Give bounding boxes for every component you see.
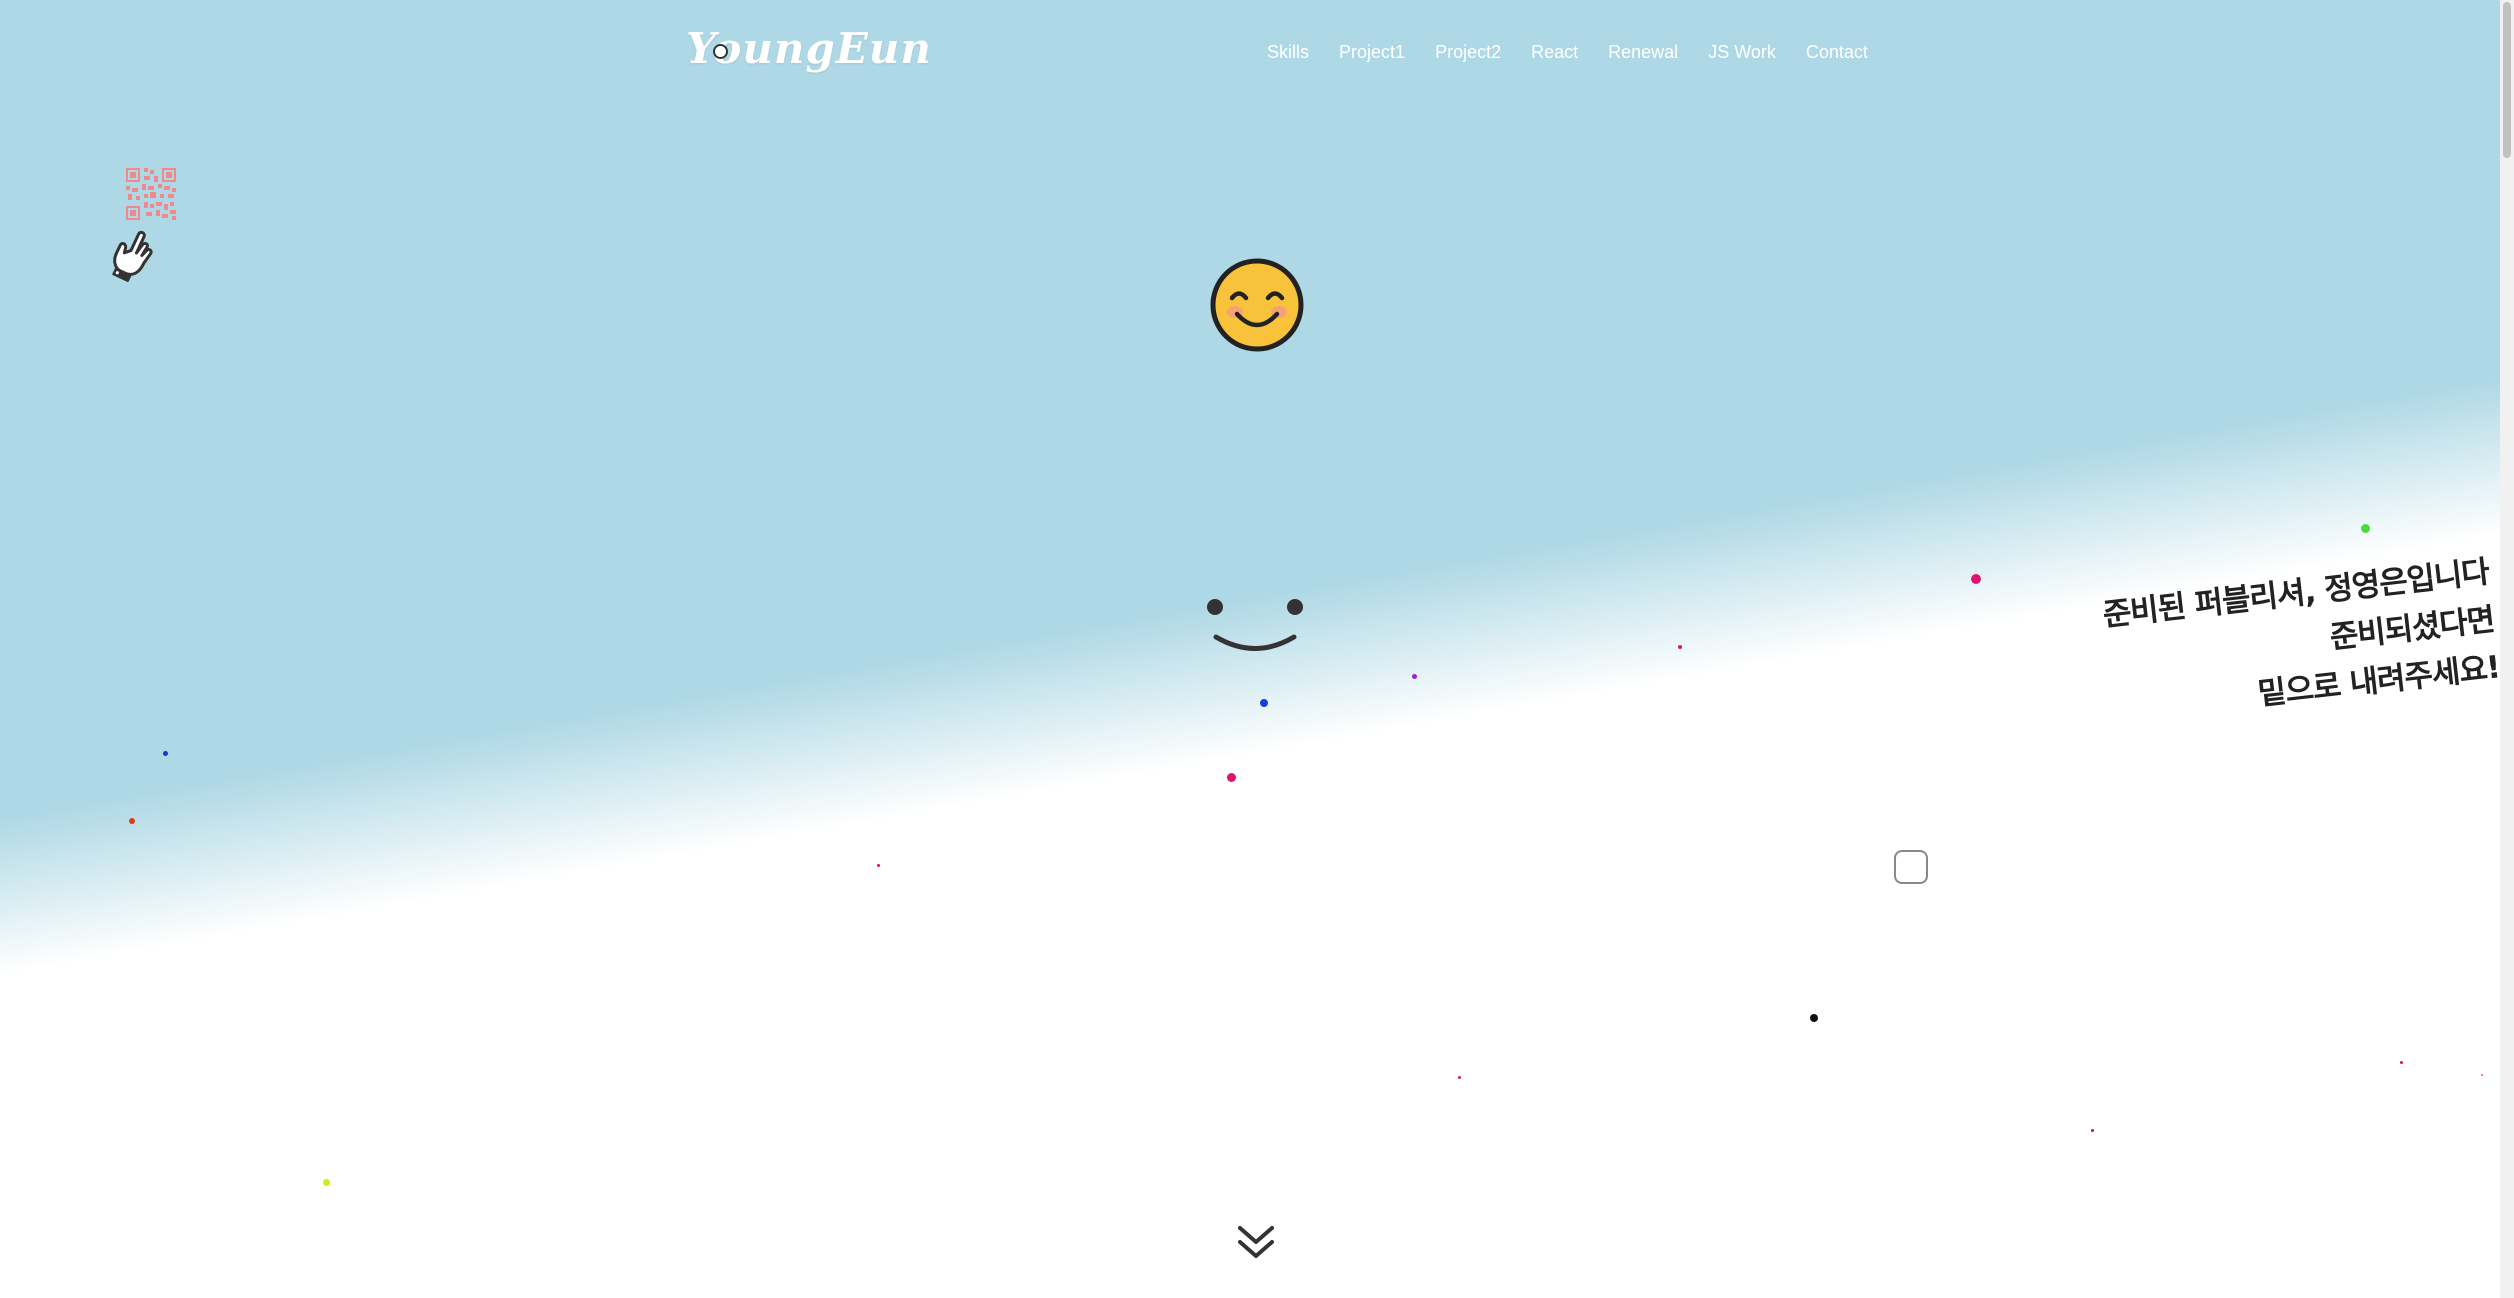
confetti-dot — [2361, 524, 2370, 533]
confetti-dot — [323, 1179, 330, 1186]
confetti-dot — [2400, 1061, 2403, 1064]
nav-skills[interactable]: Skills — [1267, 42, 1309, 63]
logo[interactable]: YoungEun — [686, 24, 932, 73]
confetti-dot — [1971, 574, 1981, 584]
double-chevron-down-icon[interactable] — [1236, 1222, 1276, 1262]
confetti-dot — [2481, 1074, 2483, 1076]
nav-contact[interactable]: Contact — [1806, 42, 1868, 63]
header: YoungEun Skills Project1 Project2 React … — [0, 0, 2514, 110]
scrollbar-thumb[interactable] — [2503, 2, 2511, 158]
confetti-dot — [1260, 699, 1268, 707]
confetti-dot — [1227, 773, 1236, 782]
toggle-box[interactable] — [1894, 850, 1928, 884]
nav-js-work[interactable]: JS Work — [1708, 42, 1776, 63]
confetti-dot — [1412, 674, 1417, 679]
nav-project2[interactable]: Project2 — [1435, 42, 1501, 63]
confetti-dot — [163, 751, 168, 756]
confetti-dot — [1678, 645, 1682, 649]
confetti-dot — [2091, 1129, 2094, 1132]
nav-react[interactable]: React — [1531, 42, 1578, 63]
page: YoungEun Skills Project1 Project2 React … — [0, 0, 2514, 1298]
confetti-dot — [877, 864, 880, 867]
pointing-hand-icon[interactable] — [106, 228, 160, 288]
nav-project1[interactable]: Project1 — [1339, 42, 1405, 63]
main-nav: Skills Project1 Project2 React Renewal J… — [1267, 42, 1898, 63]
logo-face-icon — [713, 44, 728, 59]
qr-code-icon[interactable] — [126, 168, 176, 220]
confetti-dot — [1810, 1014, 1818, 1022]
simple-face-icon — [1207, 599, 1303, 651]
confetti-dot — [129, 818, 135, 824]
smiling-face-icon — [1210, 258, 1304, 352]
nav-renewal[interactable]: Renewal — [1608, 42, 1678, 63]
scrollbar[interactable] — [2500, 0, 2514, 1298]
confetti-dot — [1458, 1076, 1461, 1079]
